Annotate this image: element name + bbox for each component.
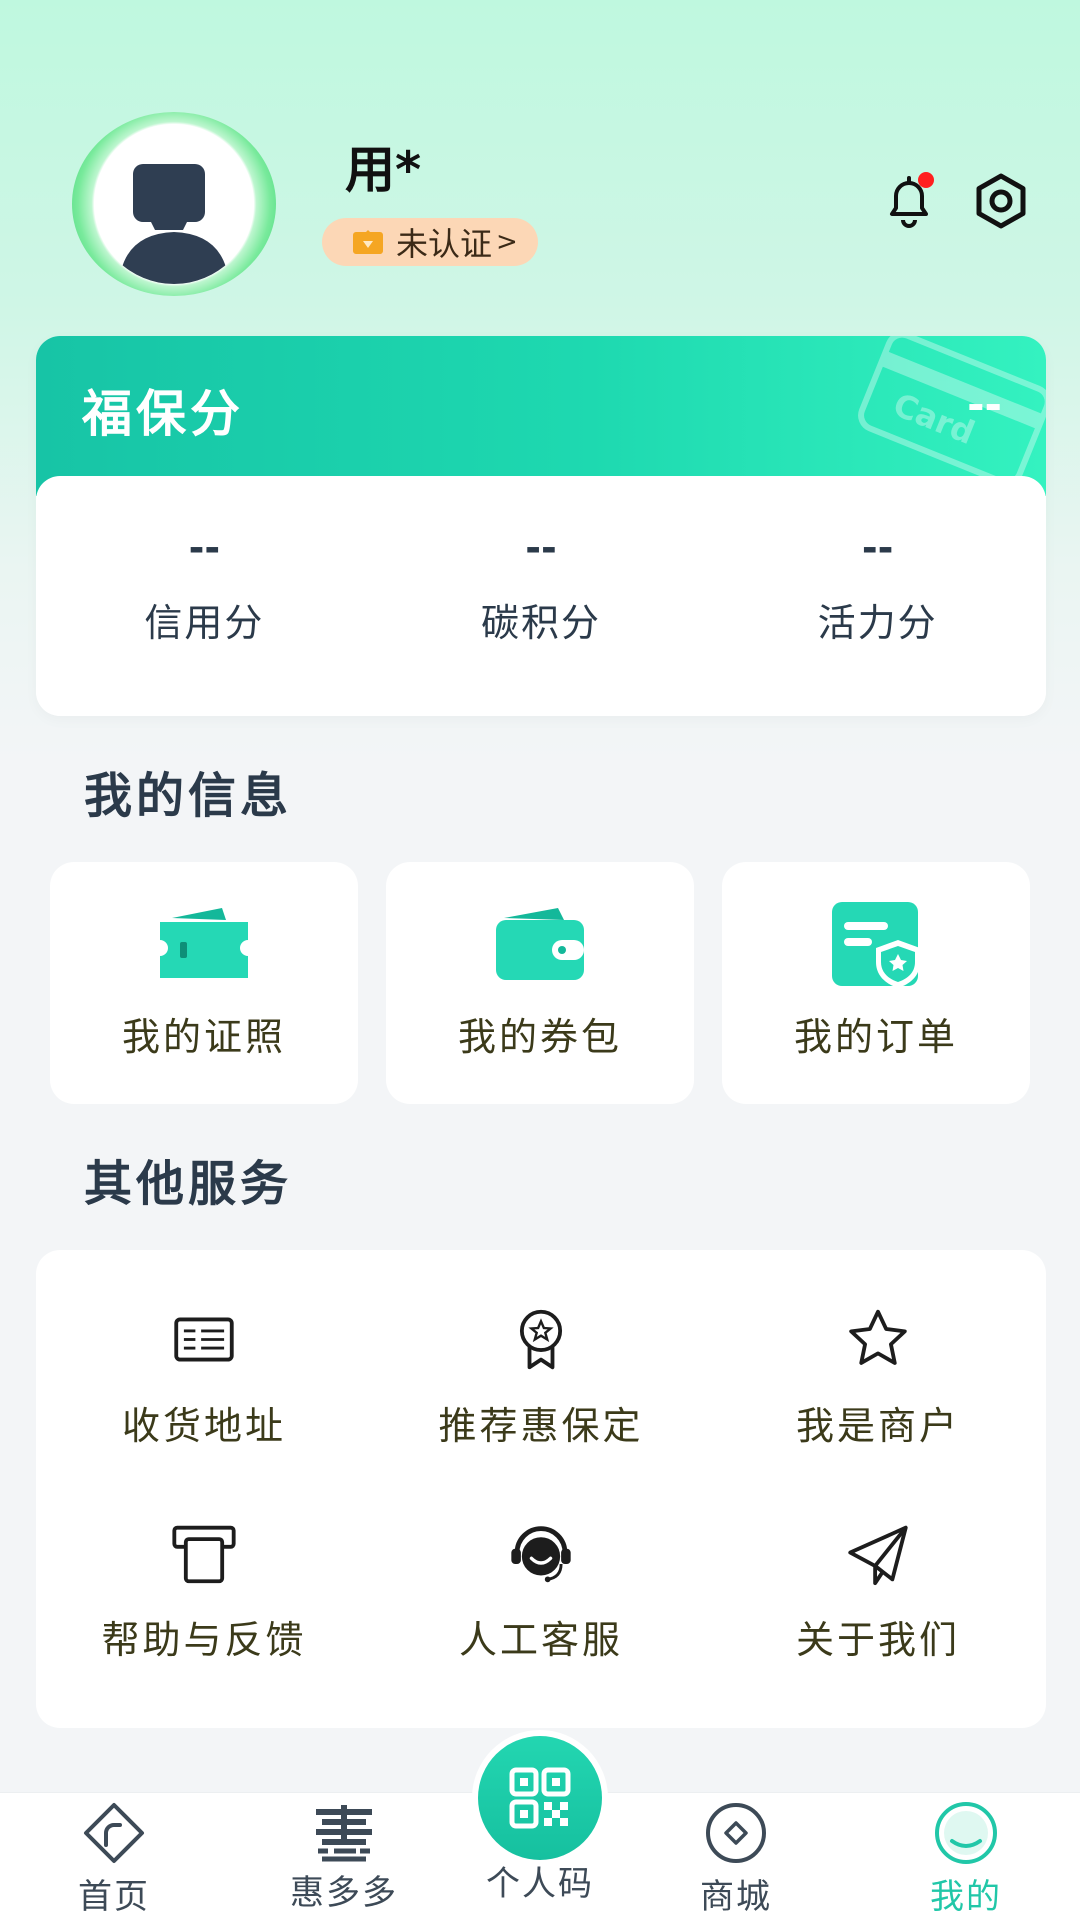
address-card-icon (174, 1317, 234, 1362)
avatar-image (94, 124, 254, 284)
my-info-title: 我的信息 (84, 768, 293, 824)
my-coupons-card[interactable]: 我的券包 (386, 862, 694, 1104)
paper-plane-icon (848, 1525, 908, 1586)
service-merchant[interactable]: 我是商户 (710, 1250, 1046, 1450)
personal-code-button-inner (478, 1736, 602, 1860)
nav-huiduoduo[interactable]: 惠多多 (236, 1793, 452, 1920)
notification-dot (918, 172, 934, 188)
profile-icon (935, 1802, 997, 1864)
score-total: -- (967, 380, 1002, 429)
nav-mine[interactable]: 我的 (858, 1793, 1074, 1920)
nav-label: 首页 (78, 1877, 150, 1917)
mall-icon (706, 1803, 766, 1863)
my-licenses-card[interactable]: 我的证照 (50, 862, 358, 1104)
score-card-title: 福保分 (82, 385, 244, 443)
service-label: 我是商户 (795, 1404, 960, 1448)
score-item-carbon[interactable]: -- 碳积分 (373, 476, 710, 716)
other-services-title: 其他服务 (84, 1156, 293, 1212)
score-item-vitality[interactable]: -- 活力分 (709, 476, 1046, 716)
service-recommend[interactable]: 推荐惠保定 (373, 1250, 709, 1450)
nav-label: 惠多多 (290, 1873, 398, 1913)
my-coupons-label: 我的券包 (457, 1015, 622, 1059)
score-card-header: Card 福保分 -- (36, 336, 1046, 496)
service-label: 关于我们 (795, 1618, 960, 1662)
score-value: -- (188, 526, 221, 570)
score-item-credit[interactable]: -- 信用分 (36, 476, 373, 716)
fubao-score-card[interactable]: Card 福保分 -- -- 信用分 -- 碳积分 -- 活力分 (36, 336, 1046, 716)
service-customer-support[interactable]: 人工客服 (373, 1464, 709, 1664)
my-orders-card[interactable]: 我的订单 (722, 862, 1030, 1104)
headset-icon (511, 1526, 571, 1583)
printer-feedback-icon (172, 1525, 236, 1584)
star-icon (849, 1309, 907, 1365)
ticket-icon (160, 908, 248, 978)
notification-bell-icon[interactable] (878, 170, 940, 232)
nav-home[interactable]: 首页 (6, 1793, 222, 1920)
score-value: -- (861, 526, 894, 570)
home-diamond-icon (84, 1803, 144, 1863)
user-name: 用* (345, 141, 422, 199)
avatar[interactable] (72, 112, 276, 296)
service-label: 收货地址 (121, 1404, 286, 1448)
service-label: 推荐惠保定 (438, 1404, 644, 1448)
order-shield-icon (832, 902, 920, 988)
my-orders-label: 我的订单 (793, 1015, 958, 1059)
award-ribbon-icon (519, 1309, 563, 1370)
nav-mall[interactable]: 商城 (628, 1793, 844, 1920)
score-label: 碳积分 (481, 601, 602, 645)
other-services-panel: 收货地址 推荐惠保定 我是商户 帮助与反馈 人工客服 关于我们 (36, 1250, 1046, 1728)
nav-label: 商城 (700, 1877, 772, 1917)
user-silhouette-icon (119, 164, 229, 284)
wallet-icon (496, 908, 584, 980)
card-decoration-icon: Card (858, 336, 1046, 486)
verify-arrow: > (496, 227, 518, 257)
personal-code-label: 个人码 (486, 1864, 594, 1904)
my-licenses-label: 我的证照 (121, 1015, 286, 1059)
service-label: 帮助与反馈 (101, 1618, 307, 1662)
personal-code-button[interactable] (472, 1730, 608, 1866)
qr-code-icon (509, 1767, 571, 1829)
hui-logo-icon (316, 1805, 372, 1862)
nav-label: 我的 (930, 1877, 1002, 1917)
score-label: 信用分 (144, 601, 265, 645)
verify-card-icon (353, 230, 383, 254)
verify-status-badge[interactable]: 未认证 > (322, 218, 538, 266)
service-about-us[interactable]: 关于我们 (710, 1464, 1046, 1664)
score-label: 活力分 (817, 601, 938, 645)
service-shipping-address[interactable]: 收货地址 (36, 1250, 372, 1450)
score-value: -- (525, 526, 557, 570)
verify-status-text: 未认证 (396, 225, 493, 263)
service-help-feedback[interactable]: 帮助与反馈 (36, 1464, 372, 1664)
service-label: 人工客服 (458, 1618, 623, 1662)
score-breakdown: -- 信用分 -- 碳积分 -- 活力分 (36, 476, 1046, 716)
settings-icon[interactable] (970, 170, 1032, 232)
